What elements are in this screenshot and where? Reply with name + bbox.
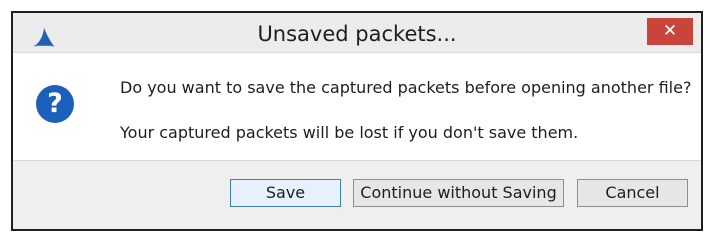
cancel-button[interactable]: Cancel (577, 179, 688, 207)
continue-without-saving-button[interactable]: Continue without Saving (353, 179, 564, 207)
question-icon: ? (36, 85, 74, 123)
close-icon: ✕ (662, 21, 678, 41)
detail-text: Your captured packets will be lost if yo… (120, 123, 579, 142)
message-area: ? Do you want to save the captured packe… (13, 52, 701, 161)
window-title: Unsaved packets... (257, 22, 457, 46)
button-bar: Save Continue without Saving Cancel (13, 161, 701, 229)
message-text: Do you want to save the captured packets… (120, 78, 692, 97)
save-button[interactable]: Save (230, 179, 341, 207)
unsaved-packets-dialog: Unsaved packets... ✕ ? Do you want to sa… (11, 11, 703, 231)
close-button[interactable]: ✕ (647, 18, 693, 45)
